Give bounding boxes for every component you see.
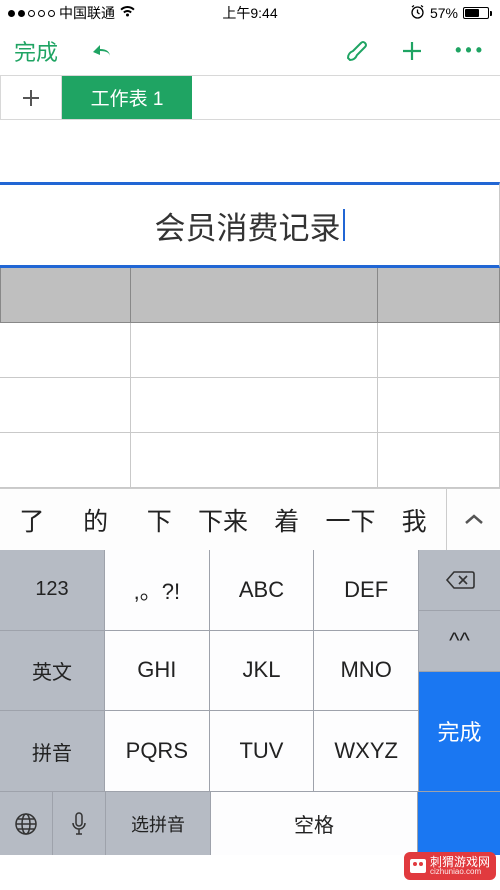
key-123[interactable]: 123 [0, 550, 104, 630]
key-pinyin[interactable]: 拼音 [0, 711, 104, 791]
key-tuv[interactable]: TUV [210, 711, 314, 791]
status-bar: 中国联通 上午9:44 57% [0, 0, 500, 26]
done-button[interactable]: 完成 [14, 35, 58, 67]
table-row[interactable] [0, 378, 500, 433]
candidate[interactable]: 下来 [191, 502, 255, 538]
more-icon[interactable]: ••• [455, 40, 486, 61]
cell-text: 会员消费记录 [155, 203, 341, 248]
watermark: 刺猬游戏网 cizhuniao.com [404, 852, 496, 880]
key-wxyz[interactable]: WXYZ [314, 711, 418, 791]
key-jkl[interactable]: JKL [210, 631, 314, 711]
watermark-domain: cizhuniao.com [430, 868, 490, 876]
key-mno[interactable]: MNO [314, 631, 418, 711]
undo-icon[interactable] [88, 38, 118, 64]
header-cell[interactable] [378, 268, 500, 323]
candidate[interactable]: 一下 [319, 502, 383, 538]
clock: 上午9:44 [222, 3, 277, 23]
header-cell[interactable] [131, 268, 378, 323]
key-pqrs[interactable]: PQRS [105, 711, 209, 791]
ime-candidate-bar: 了 的 下 下来 着 一下 我 [0, 488, 500, 550]
text-cursor [343, 209, 345, 241]
carrier-label: 中国联通 [59, 3, 115, 23]
cell[interactable] [131, 378, 378, 433]
key-english[interactable]: 英文 [0, 631, 104, 711]
cell[interactable] [131, 323, 378, 378]
signal-dots-icon [8, 10, 55, 17]
cell[interactable] [378, 378, 500, 433]
key-abc[interactable]: ABC [210, 550, 314, 630]
cell[interactable] [378, 323, 500, 378]
table-row[interactable] [0, 323, 500, 378]
globe-key[interactable] [0, 792, 52, 855]
candidate[interactable]: 的 [64, 502, 128, 538]
merged-title-cell[interactable]: 会员消费记录 [0, 182, 500, 268]
battery-pct: 57% [430, 5, 458, 21]
battery-icon [463, 7, 492, 19]
mic-key[interactable] [53, 792, 105, 855]
alarm-icon [410, 4, 425, 22]
symbol-key[interactable]: ^^ [419, 611, 500, 671]
table-row[interactable] [0, 433, 500, 488]
candidate[interactable]: 我 [382, 502, 446, 538]
cell[interactable] [0, 378, 131, 433]
header-cell[interactable] [0, 268, 131, 323]
format-brush-icon[interactable] [343, 38, 369, 64]
cell[interactable] [0, 433, 131, 488]
key-def[interactable]: DEF [314, 550, 418, 630]
add-icon[interactable] [399, 38, 425, 64]
space-key[interactable]: 空格 [211, 792, 417, 855]
cell[interactable] [131, 433, 378, 488]
candidate[interactable]: 了 [0, 502, 64, 538]
wifi-icon [119, 5, 136, 21]
backspace-key[interactable] [419, 550, 500, 610]
candidate[interactable]: 下 [127, 502, 191, 538]
watermark-logo-icon [410, 859, 426, 873]
sheet-tab-1[interactable]: 工作表 1 [62, 76, 192, 119]
keyboard-done-extend[interactable] [418, 792, 500, 855]
keyboard: 123 ,。?! ABC DEF 英文 GHI JKL MNO 拼音 PQRS … [0, 550, 500, 855]
expand-candidates-button[interactable] [446, 489, 500, 550]
spreadsheet-area[interactable]: 会员消费记录 [0, 182, 500, 488]
select-pinyin-key[interactable]: 选拼音 [106, 792, 210, 855]
cell[interactable] [378, 433, 500, 488]
add-sheet-button[interactable] [0, 76, 62, 119]
candidate[interactable]: 着 [255, 502, 319, 538]
toolbar: 完成 ••• [0, 26, 500, 76]
key-ghi[interactable]: GHI [105, 631, 209, 711]
key-punct[interactable]: ,。?! [105, 550, 209, 630]
keyboard-done-key[interactable]: 完成 [419, 672, 500, 792]
table-header-row[interactable] [0, 268, 500, 323]
sheet-tabs: 工作表 1 [0, 76, 500, 120]
cell[interactable] [0, 323, 131, 378]
